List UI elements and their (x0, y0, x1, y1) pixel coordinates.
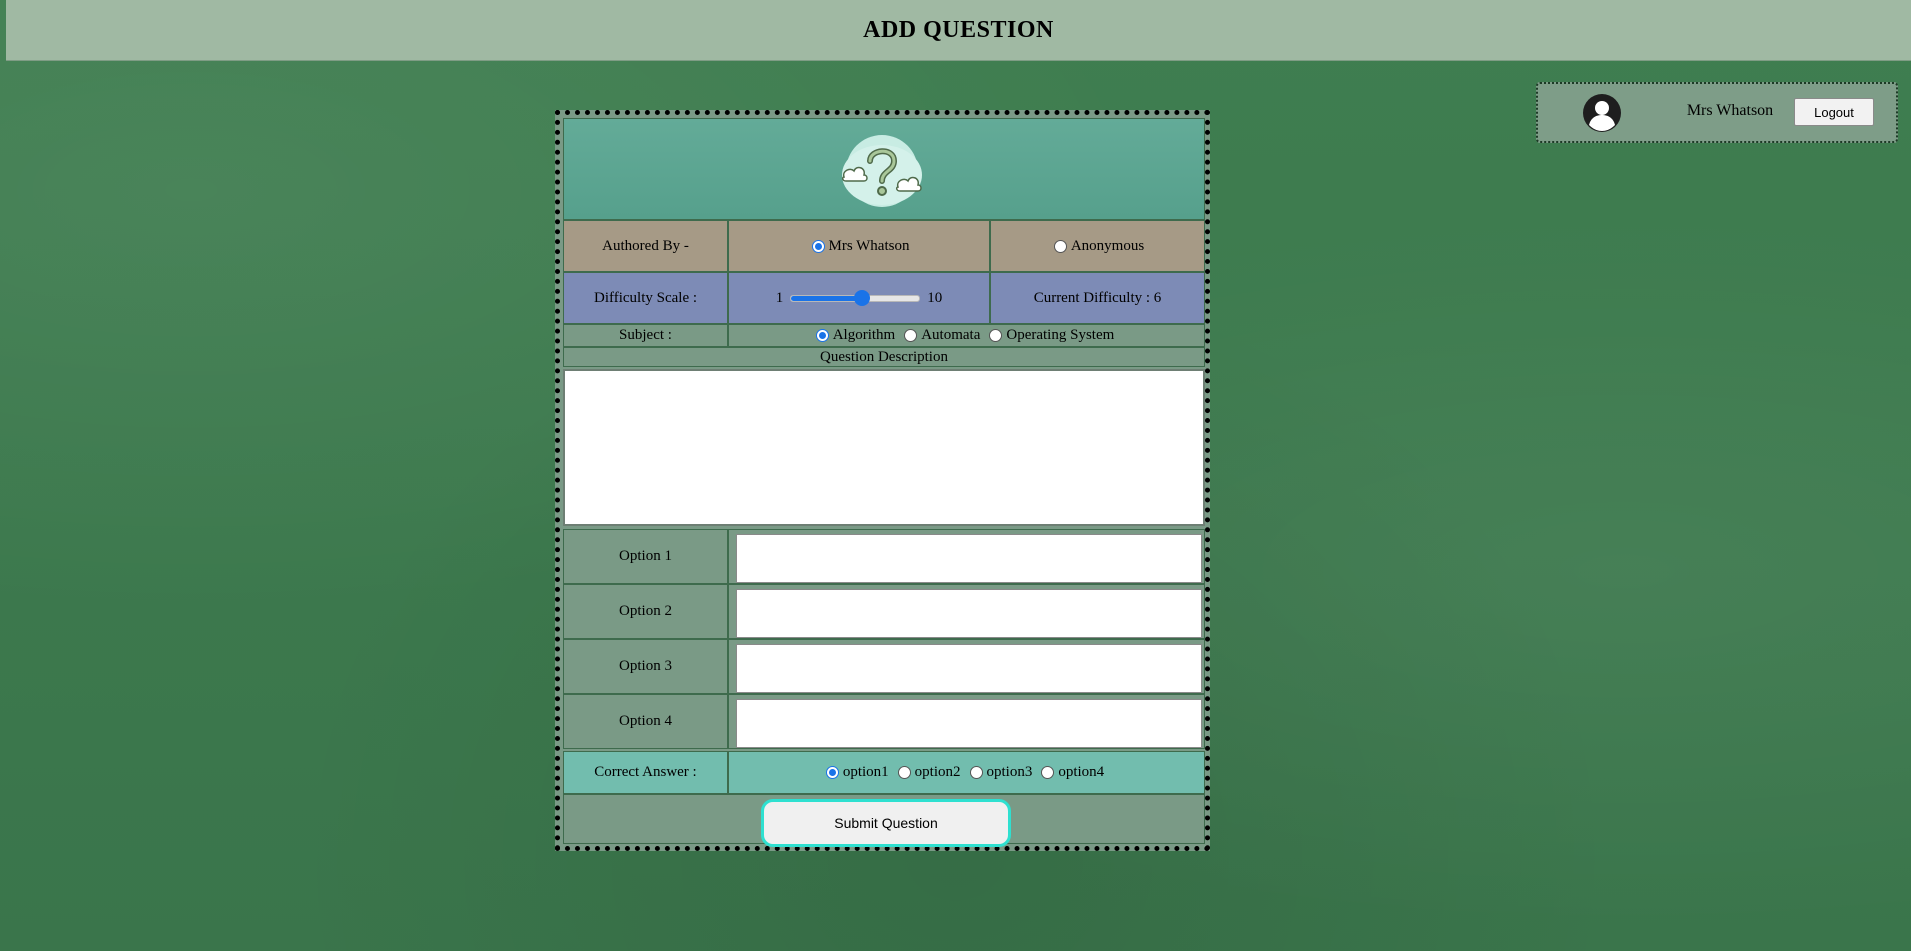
correct-radio-option2[interactable] (897, 766, 911, 779)
current-difficulty: Current Difficulty : 6 (990, 272, 1205, 324)
option-row-3: Option 3 (563, 639, 1205, 694)
subject-option-automata[interactable]: Automata (901, 327, 980, 344)
option-4-cell (728, 694, 1205, 749)
author-radio-mrs-whatson[interactable] (811, 239, 825, 253)
correct-answer-label: Correct Answer : (563, 751, 728, 794)
subject-option-algorithm[interactable]: Algorithm (813, 327, 895, 344)
question-description-label: Question Description (563, 347, 1205, 367)
difficulty-min-label: 1 (775, 289, 784, 306)
page-title: ADD QUESTION (863, 16, 1054, 43)
correct-option-1[interactable]: option1 (823, 764, 889, 781)
correct-radio-option4[interactable] (1041, 766, 1055, 779)
subject-row: Subject : Algorithm Automata Operating S… (563, 324, 1205, 347)
option-3-cell (728, 639, 1205, 694)
subject-radio-operating-system[interactable] (989, 329, 1003, 342)
form-logo-row (563, 118, 1205, 220)
user-name: Mrs Whatson (1686, 102, 1774, 119)
option-3-label: Option 3 (563, 639, 728, 694)
difficulty-slider-thumb[interactable] (854, 289, 871, 306)
user-panel: Mrs Whatson Logout (1536, 82, 1898, 143)
logout-button[interactable]: Logout (1794, 98, 1874, 126)
subject-option-operating-system[interactable]: Operating System (986, 327, 1114, 344)
option-row-4: Option 4 (563, 694, 1205, 749)
option-4-input[interactable] (736, 699, 1202, 748)
difficulty-slider[interactable] (790, 289, 921, 306)
option-2-cell (728, 584, 1205, 639)
author-option-mrs-whatson[interactable]: Mrs Whatson (728, 220, 990, 272)
question-cloud-icon (836, 131, 928, 211)
user-avatar-icon (1582, 93, 1622, 133)
author-radio-anonymous[interactable] (1053, 239, 1067, 253)
add-question-form: Authored By - Mrs Whatson Anonymous Diff… (555, 110, 1210, 851)
subject-label: Subject : (563, 324, 728, 347)
author-row: Authored By - Mrs Whatson Anonymous (563, 220, 1205, 272)
option-row-1: Option 1 (563, 529, 1205, 584)
difficulty-slider-fill (791, 295, 863, 301)
option-3-input[interactable] (736, 644, 1202, 693)
option-1-cell (728, 529, 1205, 584)
subject-radio-automata[interactable] (904, 329, 918, 342)
difficulty-row: Difficulty Scale : 1 10 Current Difficul… (563, 272, 1205, 324)
option-1-input[interactable] (736, 534, 1202, 583)
difficulty-max-label: 10 (927, 289, 943, 306)
option-1-label: Option 1 (563, 529, 728, 584)
correct-answer-options: option1 option2 option3 option4 (728, 751, 1205, 794)
question-description-row: Question Description (563, 347, 1205, 367)
correct-radio-option3[interactable] (969, 766, 983, 779)
correct-radio-option1[interactable] (825, 766, 839, 779)
submit-row: Submit Question (563, 794, 1205, 847)
option-4-label: Option 4 (563, 694, 728, 749)
submit-question-button[interactable]: Submit Question (761, 799, 1011, 847)
question-description-input[interactable] (563, 369, 1205, 526)
author-option-anonymous[interactable]: Anonymous (990, 220, 1205, 272)
option-row-2: Option 2 (563, 584, 1205, 639)
page-header: ADD QUESTION (6, 0, 1911, 61)
author-label: Authored By - (563, 220, 728, 272)
correct-answer-row: Correct Answer : option1 option2 option3 (563, 751, 1205, 794)
subject-radio-algorithm[interactable] (815, 329, 829, 342)
subject-options: Algorithm Automata Operating System (728, 324, 1205, 347)
correct-option-4[interactable]: option4 (1038, 764, 1104, 781)
difficulty-slider-cell: 1 10 (728, 272, 990, 324)
option-2-input[interactable] (736, 589, 1202, 638)
difficulty-label: Difficulty Scale : (563, 272, 728, 324)
correct-option-3[interactable]: option3 (967, 764, 1032, 781)
option-2-label: Option 2 (563, 584, 728, 639)
correct-option-2[interactable]: option2 (895, 764, 961, 781)
